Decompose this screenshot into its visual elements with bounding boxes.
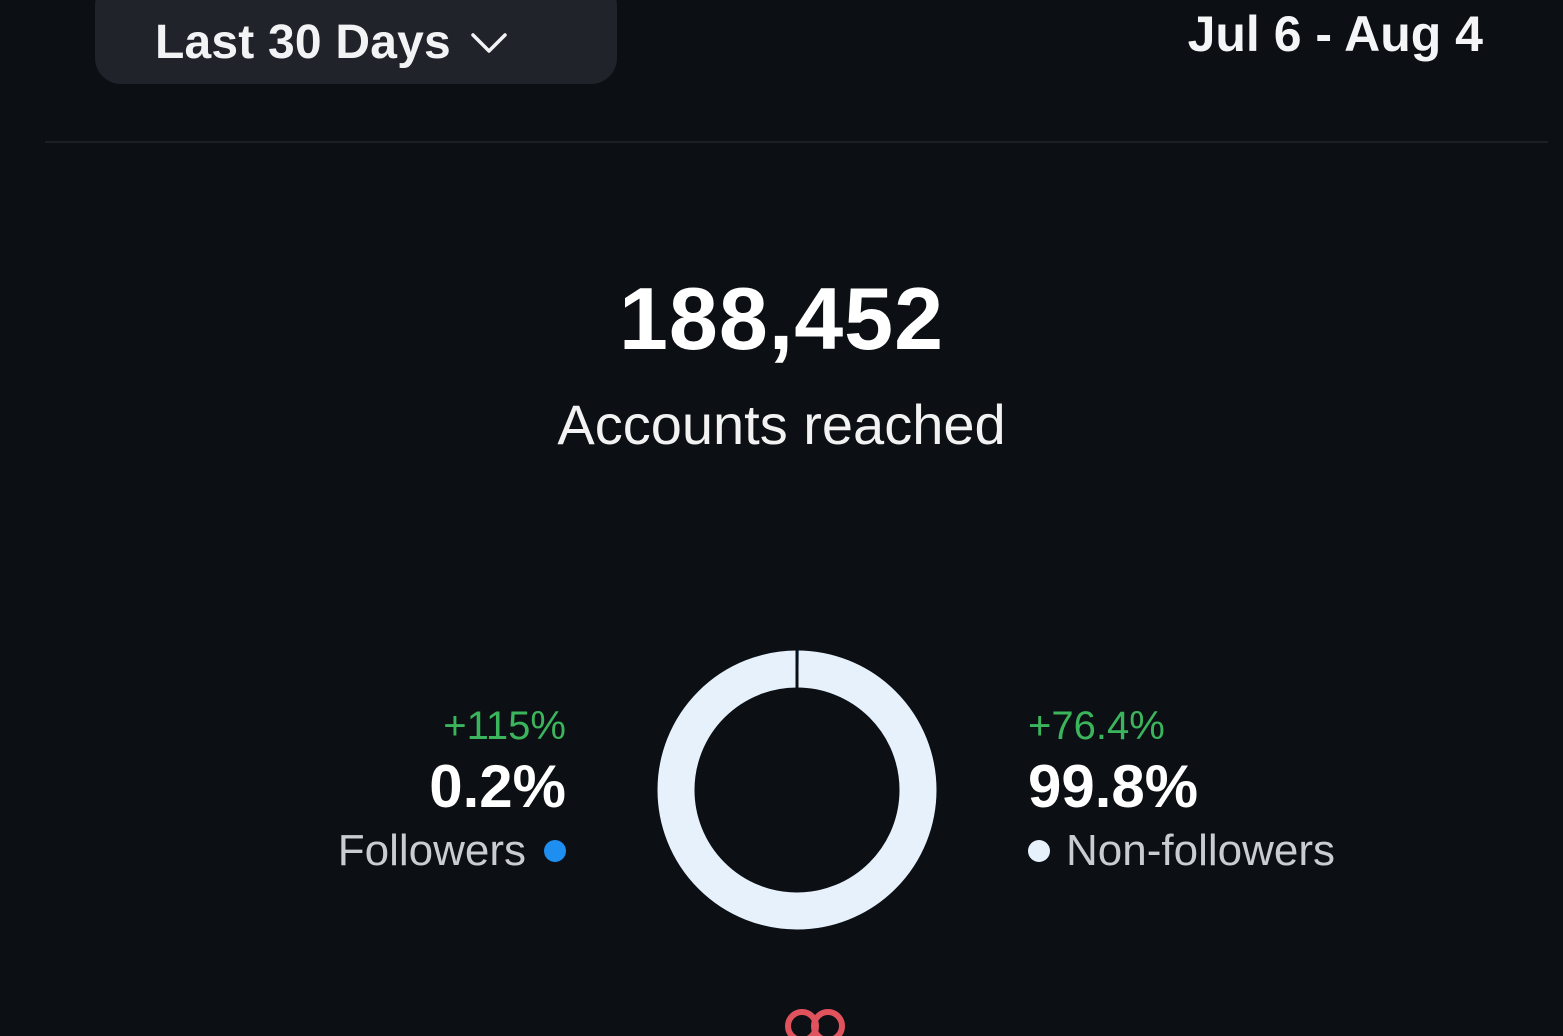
non-followers-legend: Non-followers — [1028, 822, 1428, 880]
non-followers-legend-dot — [1028, 840, 1050, 862]
divider — [45, 141, 1548, 143]
followers-legend-dot — [544, 840, 566, 862]
date-range-dropdown[interactable]: Last 30 Days — [95, 0, 617, 84]
followers-delta: +115% — [443, 704, 566, 748]
followers-stat: +115% 0.2% Followers — [166, 700, 566, 880]
non-followers-label: Non-followers — [1066, 826, 1335, 875]
non-followers-stat: +76.4% 99.8% Non-followers — [1028, 700, 1428, 880]
followers-label: Followers — [337, 826, 526, 875]
followers-legend: Followers — [166, 822, 566, 880]
date-range-text: Jul 6 - Aug 4 — [1187, 6, 1483, 62]
partial-heart-icon — [785, 1009, 845, 1036]
date-range-dropdown-label: Last 30 Days — [155, 15, 451, 69]
donut-segment-non-followers — [657, 650, 937, 930]
followers-percent: 0.2% — [429, 753, 566, 820]
accounts-reached-value: 188,452 — [618, 269, 945, 368]
followers-donut-chart — [657, 649, 937, 930]
non-followers-delta: +76.4% — [1028, 704, 1165, 748]
non-followers-percent: 99.8% — [1028, 753, 1199, 820]
chevron-down-icon — [469, 27, 509, 57]
accounts-reached-label: Accounts reached — [557, 393, 1006, 456]
